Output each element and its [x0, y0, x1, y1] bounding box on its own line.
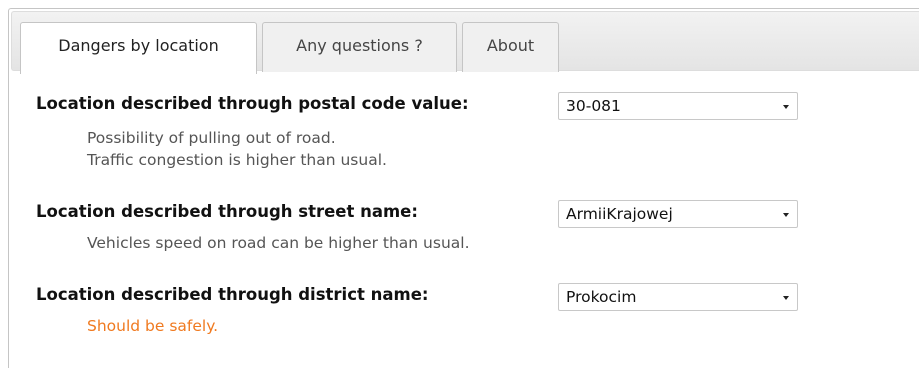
- tabs-widget: Dangers by location Any questions ? Abou…: [8, 8, 919, 368]
- postal-code-select[interactable]: 30-081: [558, 92, 798, 120]
- street-message-1: Vehicles speed on road can be higher tha…: [87, 234, 470, 252]
- chevron-down-icon: [783, 296, 789, 300]
- chevron-down-icon: [783, 105, 789, 109]
- district-select-value: Prokocim: [566, 288, 637, 306]
- street-select[interactable]: ArmiiKrajowej: [558, 200, 798, 228]
- district-label: Location described through district name…: [36, 285, 429, 304]
- street-label: Location described through street name:: [36, 202, 418, 221]
- postal-code-label: Location described through postal code v…: [36, 94, 469, 113]
- postal-code-select-value: 30-081: [566, 97, 621, 115]
- chevron-down-icon: [783, 213, 789, 217]
- postal-code-message-2: Traffic congestion is higher than usual.: [87, 151, 387, 169]
- tab-about[interactable]: About: [462, 22, 559, 72]
- tab-bar: Dangers by location Any questions ? Abou…: [11, 11, 919, 74]
- street-select-value: ArmiiKrajowej: [566, 205, 673, 223]
- postal-code-message-1: Possibility of pulling out of road.: [87, 129, 336, 147]
- tab-dangers-by-location[interactable]: Dangers by location: [20, 22, 257, 74]
- district-message-1: Should be safely.: [87, 317, 219, 335]
- district-select[interactable]: Prokocim: [558, 283, 798, 311]
- tab-any-questions[interactable]: Any questions ?: [262, 22, 457, 72]
